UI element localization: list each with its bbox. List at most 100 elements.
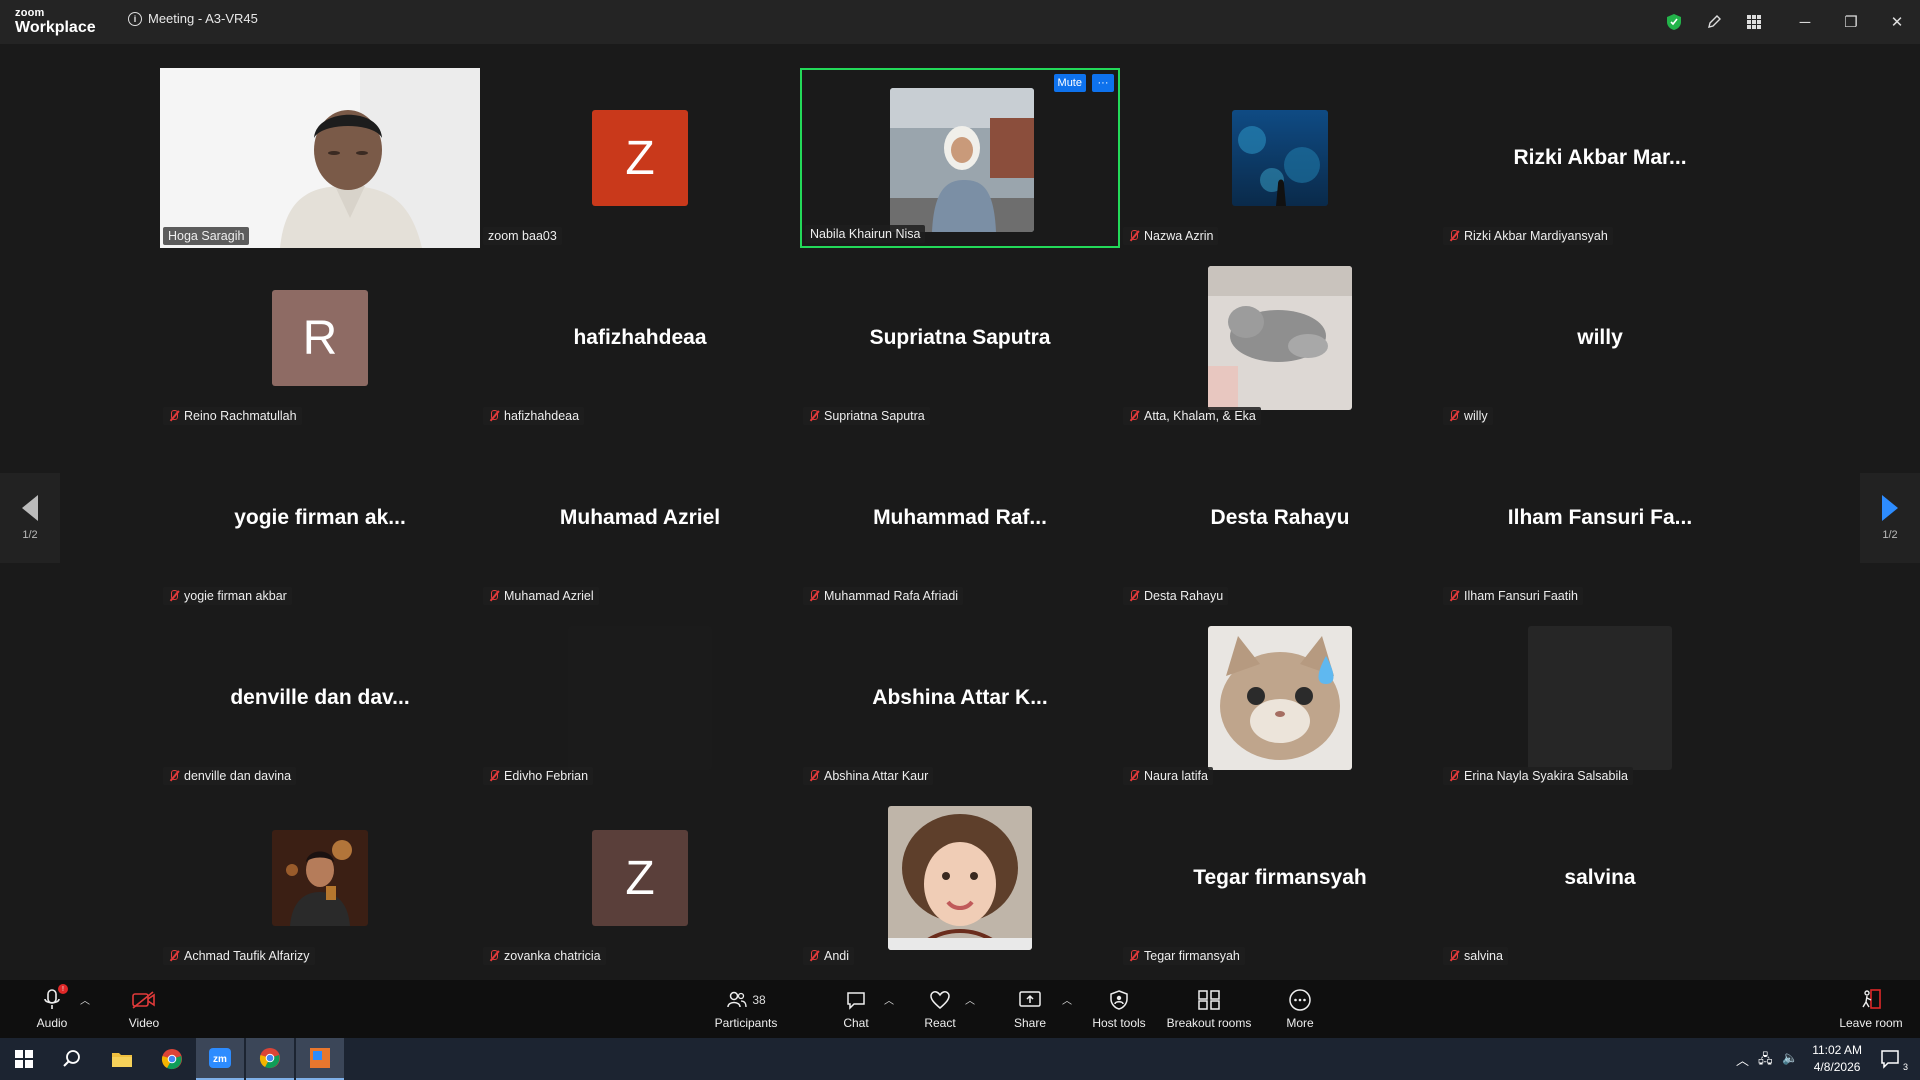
participant-name-label: salvina [1443,947,1508,965]
participant-tile[interactable]: Ilham Fansuri Fa... Ilham Fansuri Faatih [1440,428,1760,608]
participants-button[interactable]: 38 Participants [701,986,791,1030]
mic-muted-icon [1448,230,1460,242]
participant-tile[interactable]: Zzoom baa03 [480,68,800,248]
participant-name-label: Achmad Taufik Alfarizy [163,947,315,965]
system-clock[interactable]: 11:02 AM 4/8/2026 [1812,1042,1862,1076]
tray-chevron-icon[interactable]: ︿ [1736,1050,1749,1069]
participant-name-label: zoom baa03 [483,227,562,245]
taskbar-zoom[interactable]: zm [196,1038,244,1080]
participant-tile[interactable]: yogie firman ak... yogie firman akbar [160,428,480,608]
previous-page-button[interactable]: 1/2 [0,473,60,563]
participant-display-name: Rizki Akbar Mar... [1513,146,1687,169]
shield-icon[interactable] [1654,0,1694,44]
participant-photo [568,626,712,770]
windows-logo-icon [15,1050,33,1068]
participant-tile[interactable]: willy willy [1440,248,1760,428]
participant-video [160,68,480,248]
share-options-caret[interactable]: ︿ [1062,992,1072,1007]
meeting-info[interactable]: i Meeting - A3-VR45 [128,11,258,26]
taskbar-file-explorer[interactable] [98,1038,146,1080]
participant-name: hafizhahdeaa [504,409,580,423]
taskbar-app[interactable] [296,1038,344,1080]
participant-photo [1208,626,1352,770]
participant-tile[interactable]: Muhamad Azriel Muhamad Azriel [480,428,800,608]
app-icon [310,1048,330,1068]
participant-tile[interactable]: Abshina Attar K... Abshina Attar Kaur [800,608,1120,788]
taskbar-search[interactable] [48,1038,96,1080]
start-button[interactable] [0,1038,48,1080]
participant-tile[interactable]: Edivho Febrian [480,608,800,788]
meeting-title: Meeting - A3-VR45 [148,11,258,26]
minimize-button[interactable]: ─ [1782,0,1828,44]
video-button[interactable]: Video [99,986,189,1030]
mic-muted-icon [488,590,500,602]
participant-tile[interactable]: Rizki Akbar Mar... Rizki Akbar Mardiyansy… [1440,68,1760,248]
participant-display-name: Abshina Attar K... [872,686,1048,709]
participant-tile[interactable]: Supriatna Saputra Supriatna Saputra [800,248,1120,428]
title-bar: zoom Workplace i Meeting - A3-VR45 ─ ❐ ✕ [0,0,1920,44]
page-indicator-left: 1/2 [22,529,38,541]
mute-participant-button[interactable]: Mute [1053,74,1086,92]
breakout-rooms-button[interactable]: Breakout rooms [1164,986,1254,1030]
participant-name: Hoga Saragih [168,229,245,243]
participant-tile[interactable]: Nazwa Azrin [1120,68,1440,248]
participant-tile[interactable]: hafizhahdeaa hafizhahdeaa [480,248,800,428]
participant-tile[interactable]: denville dan dav... denville dan davina [160,608,480,788]
participant-name: Ilham Fansuri Faatih [1464,589,1578,603]
share-screen-icon [1018,986,1042,1014]
restore-button[interactable]: ❐ [1828,0,1874,44]
react-options-caret[interactable]: ︿ [965,992,975,1007]
participant-photo [888,806,1032,950]
mic-muted-icon [808,590,820,602]
avatar: R [272,290,368,386]
participant-tile[interactable]: Muhammad Raf... Muhammad Rafa Afriadi [800,428,1120,608]
arrow-left-icon [22,495,38,521]
mic-muted-icon [168,590,180,602]
notification-center-button[interactable]: 3 [1866,1038,1914,1080]
volume-icon[interactable]: 🔈 [1782,1050,1798,1066]
participant-name-label: Erina Nayla Syakira Salsabila [1443,767,1633,785]
participant-tile[interactable]: Naura latifa [1120,608,1440,788]
participant-tile[interactable]: Hoga Saragih [160,68,480,248]
participant-name-label: Muhamad Azriel [483,587,599,605]
mic-muted-icon: ! [42,984,68,1014]
participant-tile[interactable]: R Reino Rachmatullah [160,248,480,428]
avatar: Z [592,110,688,206]
leave-room-button[interactable]: Leave room [1826,986,1916,1030]
more-button[interactable]: More [1255,986,1345,1030]
annotate-pen-icon[interactable] [1694,0,1734,44]
participant-name: Muhamad Azriel [504,589,594,603]
participant-name-label: Nabila Khairun Nisa [805,225,926,243]
participant-name-label: Andi [803,947,855,965]
participant-tile[interactable]: Mute ··· Nabila Khairun Nisa [800,68,1120,248]
participant-name-label: Tegar firmansyah [1123,947,1245,965]
close-button[interactable]: ✕ [1874,0,1920,44]
participant-tile[interactable]: Atta, Khalam, & Eka [1120,248,1440,428]
taskbar-chrome-2[interactable] [246,1038,294,1080]
participant-tile[interactable]: Erina Nayla Syakira Salsabila [1440,608,1760,788]
participant-tile[interactable]: Andi [800,788,1120,968]
participant-tile[interactable]: salvina salvina [1440,788,1760,968]
participant-tile[interactable]: Desta Rahayu Desta Rahayu [1120,428,1440,608]
host-tools-button[interactable]: Host tools [1074,986,1164,1030]
chat-options-caret[interactable]: ︿ [884,992,894,1007]
audio-options-caret[interactable]: ︿ [80,992,90,1007]
taskbar-chrome[interactable] [148,1038,196,1080]
search-icon [63,1050,80,1067]
participant-name-label: Rizki Akbar Mardiyansyah [1443,227,1613,245]
participant-photo [1208,266,1352,410]
participant-tile[interactable]: Achmad Taufik Alfarizy [160,788,480,968]
participant-name-label: denville dan davina [163,767,297,785]
mic-muted-icon [1448,410,1460,422]
participant-tile[interactable]: Tegar firmansyah Tegar firmansyah [1120,788,1440,968]
participant-more-button[interactable]: ··· [1092,74,1114,92]
clock-date: 4/8/2026 [1813,1060,1861,1074]
participant-name: Naura latifa [1144,769,1208,783]
participant-name-label: hafizhahdeaa [483,407,585,425]
apps-grid-icon[interactable] [1734,0,1774,44]
next-page-button[interactable]: 1/2 [1860,473,1920,563]
participant-name-label: Reino Rachmatullah [163,407,302,425]
network-icon[interactable]: 🖧 [1758,1050,1773,1072]
participant-tile[interactable]: Zzovanka chatricia [480,788,800,968]
leave-icon [1859,986,1883,1014]
